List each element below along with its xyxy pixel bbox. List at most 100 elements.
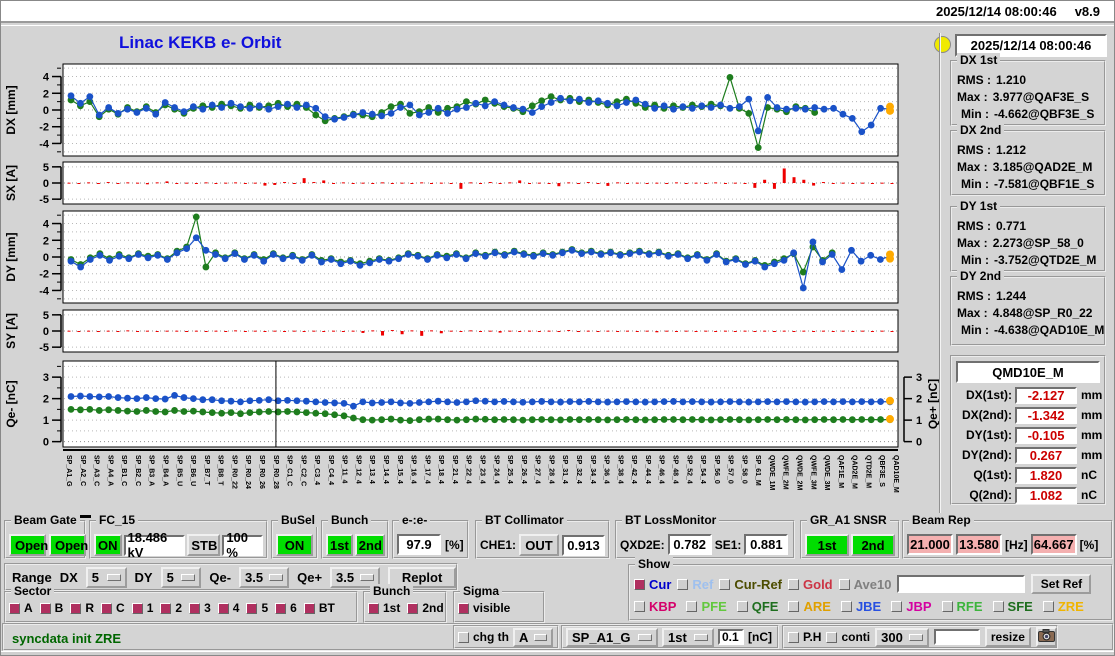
beam-gate-open-button-2[interactable]: Open bbox=[49, 534, 88, 556]
show-are-checkbox[interactable]: ARE bbox=[788, 599, 831, 614]
show-pfe-checkbox[interactable]: PFE bbox=[686, 599, 727, 614]
e-ratio-display: 97.9 bbox=[397, 534, 441, 555]
screenshot-button[interactable] bbox=[1035, 627, 1057, 647]
snsr-1st-button[interactable]: 1st bbox=[805, 534, 849, 556]
svg-text:Qe- [nC]: Qe- [nC] bbox=[4, 380, 18, 427]
checkbox-icon bbox=[826, 631, 838, 643]
min-value: -4.638@QAD10E_M bbox=[994, 322, 1105, 337]
stat-box-dx-1st: DX 1st RMS :1.210 Max :3.977@QAF3E_S Min… bbox=[950, 53, 1106, 126]
sector-checkbox-b[interactable]: B bbox=[39, 601, 63, 615]
dy-orbit-chart[interactable]: 4 2 0 -2 -4 DY [mm] bbox=[1, 209, 946, 305]
show-jbp-checkbox[interactable]: JBP bbox=[891, 599, 932, 614]
x-axis-label: QWFE_3M bbox=[809, 455, 817, 490]
show-sfe-checkbox[interactable]: SFE bbox=[992, 599, 1033, 614]
sector-checkbox-5[interactable]: 5 bbox=[246, 601, 268, 615]
gr-a1-snsr-group: GR_A1 SNSR 1st 2nd bbox=[800, 513, 900, 559]
monitor-dropdown[interactable]: SP_A1_G bbox=[566, 627, 658, 647]
bunch-1st-button[interactable]: 1st bbox=[326, 534, 353, 556]
x-axis-label: SP_52_4 bbox=[685, 455, 693, 484]
show-ave10-checkbox[interactable]: Ave10 bbox=[838, 577, 891, 592]
sy-steering-chart[interactable]: 5 0 -5 SY [A] bbox=[1, 307, 946, 355]
svg-text:5: 5 bbox=[43, 162, 49, 174]
snsr-2nd-button[interactable]: 2nd bbox=[851, 534, 895, 556]
sector-checkbox-a[interactable]: A bbox=[9, 601, 33, 615]
show-ref-checkbox[interactable]: Ref bbox=[677, 577, 713, 592]
x-axis-label: SP_16_4 bbox=[409, 455, 417, 484]
chg-th-panel: chg th A bbox=[453, 625, 559, 649]
window-titlebar: 2025/12/14 08:00:46 v8.9 bbox=[1, 1, 1114, 23]
show-rfe-checkbox[interactable]: RFE bbox=[941, 599, 983, 614]
ph-checkbox[interactable]: P.H bbox=[788, 630, 821, 644]
checkbox-icon bbox=[840, 601, 852, 612]
show-jbe-checkbox[interactable]: JBE bbox=[840, 599, 881, 614]
show-kbp-checkbox[interactable]: KBP bbox=[634, 599, 676, 614]
svg-text:0: 0 bbox=[916, 437, 922, 449]
show-gold-checkbox[interactable]: Gold bbox=[788, 577, 833, 592]
show-qfe-checkbox[interactable]: QFE bbox=[736, 599, 778, 614]
sx-steering-chart[interactable]: 5 0 -5 SX [A] bbox=[1, 159, 946, 207]
beam-gate-open-button-1[interactable]: Open bbox=[9, 534, 48, 556]
x-axis-label: SP_C1_C bbox=[285, 455, 293, 487]
x-axis-label: SP_25_4 bbox=[506, 455, 514, 484]
set-ref-button[interactable]: Set Ref bbox=[1031, 574, 1092, 594]
sector-checkbox-3[interactable]: 3 bbox=[189, 601, 211, 615]
x-axis-label: SP_R0_26 bbox=[257, 455, 265, 489]
show-cur-checkbox[interactable]: Cur bbox=[634, 577, 671, 592]
monitor-value: 0.267 bbox=[1015, 446, 1077, 464]
show-zre-checkbox[interactable]: ZRE bbox=[1042, 599, 1084, 614]
sector-checkbox-c[interactable]: C bbox=[101, 601, 125, 615]
range-dy-dropdown[interactable]: 5 bbox=[160, 566, 202, 588]
sector-checkbox-1[interactable]: 1 bbox=[131, 601, 153, 615]
sector-checkbox-bt[interactable]: BT bbox=[303, 601, 335, 615]
points-dropdown[interactable]: 300 bbox=[875, 627, 929, 647]
threshold-input[interactable] bbox=[718, 629, 744, 645]
sigma-visible-checkbox[interactable]: visible bbox=[458, 601, 510, 615]
monitor-row: Q(1st): 1.820 nC bbox=[973, 466, 1097, 484]
show-cur-ref-checkbox[interactable]: Cur-Ref bbox=[719, 577, 782, 592]
max-value: 3.977@QAF3E_S bbox=[992, 89, 1090, 104]
range-qe-minus-dropdown[interactable]: 3.5 bbox=[239, 566, 290, 588]
conti-checkbox[interactable]: conti bbox=[826, 630, 870, 644]
svg-text:4: 4 bbox=[43, 72, 50, 84]
beam-rep-3-display: 64.667 bbox=[1030, 534, 1077, 555]
window-resize-bar[interactable] bbox=[1, 651, 1114, 655]
chg-th-checkbox[interactable]: chg th bbox=[458, 630, 509, 644]
titlebar-version: v8.9 bbox=[1074, 3, 1100, 19]
x-axis-label: SP_38_4 bbox=[616, 455, 624, 484]
count-input[interactable] bbox=[933, 629, 980, 645]
show-group: Show Cur Ref Cur-Ref Gold Ave10 Set Ref … bbox=[628, 557, 1113, 621]
bunch-dropdown[interactable]: 1st bbox=[662, 627, 714, 647]
checkbox-icon bbox=[303, 602, 315, 614]
fc15-stb-button[interactable]: STB bbox=[187, 534, 221, 556]
status-message: syncdata init ZRE bbox=[12, 631, 122, 646]
x-axis-label: SP_23_4 bbox=[478, 455, 486, 484]
ref-file-input[interactable] bbox=[897, 575, 1026, 593]
x-axis-label: SP_22_4 bbox=[464, 455, 472, 484]
che1-value-display: 0.913 bbox=[562, 534, 606, 556]
titlebar-clock: 2025/12/14 08:00:46 bbox=[935, 3, 1057, 19]
bunch-2nd-checkbox[interactable]: 2nd bbox=[407, 601, 444, 615]
chg-th-dropdown[interactable]: A bbox=[513, 627, 553, 647]
bunch-1st-checkbox[interactable]: 1st bbox=[368, 601, 400, 615]
bunch-2nd-button[interactable]: 2nd bbox=[354, 534, 385, 556]
beam-gate-group: Beam Gate Open Open bbox=[4, 513, 88, 559]
sector-checkbox-r[interactable]: R bbox=[70, 601, 94, 615]
status-bar: syncdata init ZRE chg th A SP_A1_G 1st [… bbox=[2, 623, 1114, 651]
x-axis-label: SP_46_4 bbox=[657, 455, 665, 484]
sector-checkbox-6[interactable]: 6 bbox=[275, 601, 297, 615]
sector-checkbox-2[interactable]: 2 bbox=[160, 601, 182, 615]
sigma-group: Sigma visible bbox=[453, 584, 545, 623]
svg-text:0: 0 bbox=[43, 178, 49, 190]
x-axis-label: SP_A3_C bbox=[92, 455, 100, 487]
fc15-on-button[interactable]: ON bbox=[94, 534, 122, 556]
svg-text:0: 0 bbox=[43, 326, 49, 338]
busel-on-button[interactable]: ON bbox=[276, 534, 313, 556]
x-axis-label: SP_R0_28 bbox=[271, 455, 279, 489]
dx-orbit-chart[interactable]: 4 2 0 -2 -4 DX [mm] bbox=[1, 58, 946, 160]
resize-button[interactable]: resize bbox=[984, 627, 1031, 647]
che1-out-button[interactable]: OUT bbox=[519, 534, 560, 556]
charge-chart[interactable]: 3 2 1 0 Qe- [nC] 3 2 1 0 Qe+ [nC] bbox=[1, 359, 946, 449]
range-dx-dropdown[interactable]: 5 bbox=[85, 566, 127, 588]
x-axis-label: SP_A4_A bbox=[106, 455, 114, 487]
sector-checkbox-4[interactable]: 4 bbox=[217, 601, 239, 615]
